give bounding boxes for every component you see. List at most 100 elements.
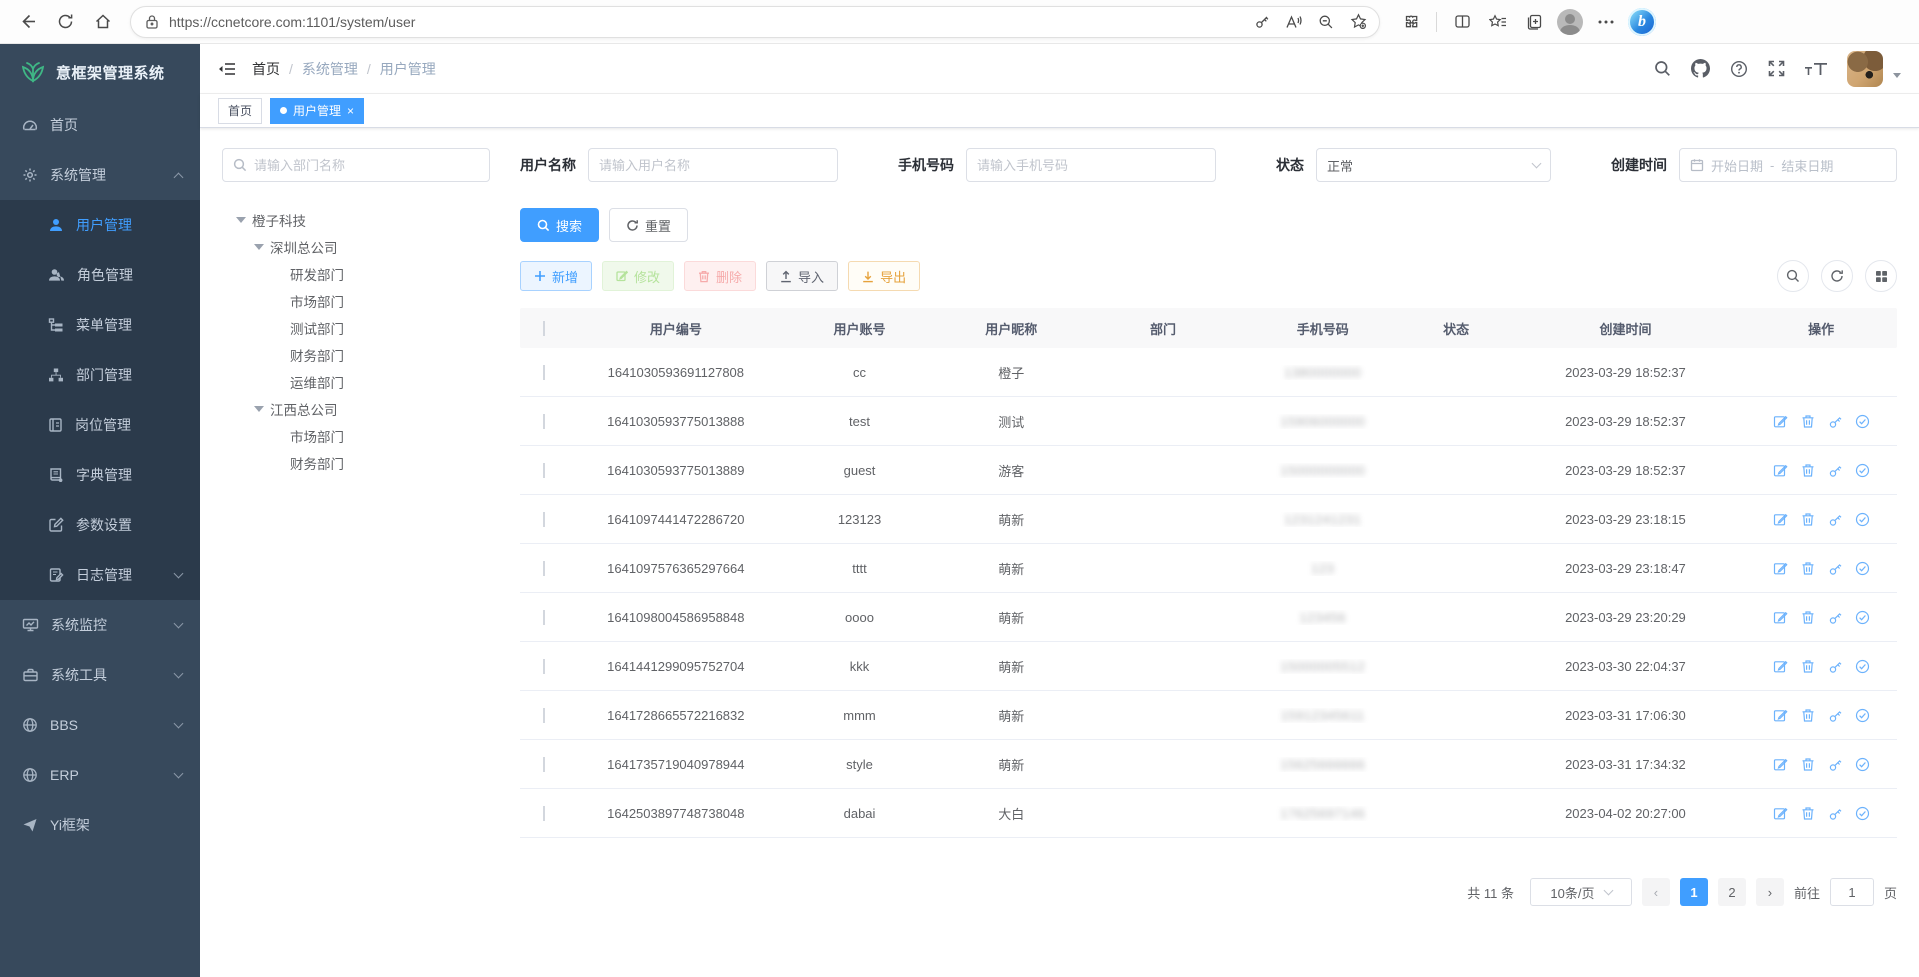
tree-node[interactable]: 财务部门 [222, 341, 490, 368]
breadcrumb-home[interactable]: 首页 [252, 59, 280, 79]
column-settings-button[interactable] [1865, 260, 1897, 292]
row-delete-icon[interactable] [1801, 463, 1815, 478]
row-edit-icon[interactable] [1773, 512, 1788, 527]
sidebar-item-erp[interactable]: ERP [0, 750, 200, 800]
row-assign-role-icon[interactable] [1855, 463, 1870, 478]
row-checkbox[interactable] [543, 463, 545, 478]
row-reset-password-icon[interactable] [1828, 757, 1842, 772]
row-reset-password-icon[interactable] [1828, 561, 1842, 576]
row-assign-role-icon[interactable] [1855, 708, 1870, 723]
row-checkbox[interactable] [543, 708, 545, 723]
row-edit-icon[interactable] [1773, 757, 1788, 772]
row-checkbox[interactable] [543, 561, 545, 576]
dept-search-input[interactable] [254, 158, 479, 173]
sidebar-item-monitor[interactable]: 系统监控 [0, 600, 200, 650]
row-delete-icon[interactable] [1801, 610, 1815, 625]
tree-node[interactable]: 深圳总公司 [222, 233, 490, 260]
row-edit-icon[interactable] [1773, 708, 1788, 723]
username-input[interactable] [599, 158, 827, 173]
browser-refresh-icon[interactable] [48, 5, 82, 39]
sidebar-item-users[interactable]: 用户管理 [0, 200, 200, 250]
tree-node[interactable]: 研发部门 [222, 260, 490, 287]
row-reset-password-icon[interactable] [1828, 463, 1842, 478]
row-assign-role-icon[interactable] [1855, 561, 1870, 576]
table-refresh-button[interactable] [1821, 260, 1853, 292]
edit-button[interactable]: 修改 [602, 261, 674, 291]
row-checkbox[interactable] [543, 414, 545, 429]
import-button[interactable]: 导入 [766, 261, 838, 291]
row-assign-role-icon[interactable] [1855, 659, 1870, 674]
row-reset-password-icon[interactable] [1828, 512, 1842, 527]
header-search-icon[interactable] [1654, 60, 1671, 77]
tree-node[interactable]: 市场部门 [222, 287, 490, 314]
caret-down-icon[interactable] [254, 244, 264, 250]
collections-icon[interactable] [1517, 5, 1551, 39]
browser-menu-icon[interactable] [1589, 5, 1623, 39]
address-bar[interactable]: https://ccnetcore.com:1101/system/user [130, 6, 1380, 38]
row-checkbox[interactable] [543, 806, 545, 821]
row-reset-password-icon[interactable] [1828, 659, 1842, 674]
github-icon[interactable] [1691, 59, 1710, 78]
table-search-toggle-button[interactable] [1777, 260, 1809, 292]
password-key-icon[interactable] [1247, 7, 1277, 37]
tree-node[interactable]: 测试部门 [222, 314, 490, 341]
row-reset-password-icon[interactable] [1828, 610, 1842, 625]
tag-close-icon[interactable]: × [347, 104, 354, 118]
row-delete-icon[interactable] [1801, 512, 1815, 527]
add-button[interactable]: 新增 [520, 261, 592, 291]
row-delete-icon[interactable] [1801, 414, 1815, 429]
select-all-checkbox[interactable] [543, 321, 545, 336]
row-delete-icon[interactable] [1801, 806, 1815, 821]
export-button[interactable]: 导出 [848, 261, 920, 291]
sidebar-item-yi-framework[interactable]: Yi框架 [0, 800, 200, 850]
sidebar-item-parameters[interactable]: 参数设置 [0, 500, 200, 550]
row-checkbox[interactable] [543, 610, 545, 625]
goto-page-input[interactable] [1830, 878, 1874, 906]
row-delete-icon[interactable] [1801, 757, 1815, 772]
browser-back-icon[interactable] [10, 5, 44, 39]
sidebar-item-menus[interactable]: 菜单管理 [0, 300, 200, 350]
page-button-1[interactable]: 1 [1680, 878, 1708, 906]
fullscreen-icon[interactable] [1768, 60, 1785, 77]
sidebar-item-home[interactable]: 首页 [0, 100, 200, 150]
tree-node[interactable]: 江西总公司 [222, 395, 490, 422]
font-size-icon[interactable] [1805, 61, 1827, 77]
app-logo[interactable]: 意框架管理系统 [0, 44, 200, 100]
row-assign-role-icon[interactable] [1855, 610, 1870, 625]
row-checkbox[interactable] [543, 659, 545, 674]
status-select[interactable]: 正常 [1316, 148, 1551, 182]
row-reset-password-icon[interactable] [1828, 806, 1842, 821]
tree-node[interactable]: 市场部门 [222, 422, 490, 449]
row-delete-icon[interactable] [1801, 659, 1815, 674]
row-edit-icon[interactable] [1773, 561, 1788, 576]
row-edit-icon[interactable] [1773, 414, 1788, 429]
row-checkbox[interactable] [543, 365, 545, 380]
read-aloud-icon[interactable] [1279, 7, 1309, 37]
add-favorite-icon[interactable] [1343, 7, 1373, 37]
zoom-out-icon[interactable] [1311, 7, 1341, 37]
caret-down-icon[interactable] [236, 217, 246, 223]
row-edit-icon[interactable] [1773, 463, 1788, 478]
row-assign-role-icon[interactable] [1855, 806, 1870, 821]
caret-down-icon[interactable] [254, 406, 264, 412]
row-delete-icon[interactable] [1801, 708, 1815, 723]
reset-button[interactable]: 重置 [609, 208, 688, 242]
tag-user-management[interactable]: 用户管理 × [270, 98, 364, 124]
sidebar-item-system[interactable]: 系统管理 [0, 150, 200, 200]
row-reset-password-icon[interactable] [1828, 708, 1842, 723]
row-assign-role-icon[interactable] [1855, 414, 1870, 429]
user-avatar[interactable] [1847, 51, 1883, 87]
next-page-button[interactable]: › [1756, 878, 1784, 906]
tag-home[interactable]: 首页 [218, 98, 262, 124]
row-assign-role-icon[interactable] [1855, 757, 1870, 772]
date-range-picker[interactable]: 开始日期 - 结束日期 [1679, 148, 1897, 182]
sidebar-item-dictionaries[interactable]: 字典管理 [0, 450, 200, 500]
sidebar-item-tools[interactable]: 系统工具 [0, 650, 200, 700]
page-button-2[interactable]: 2 [1718, 878, 1746, 906]
breadcrumb-system[interactable]: 系统管理 [302, 59, 358, 79]
help-icon[interactable] [1730, 60, 1748, 78]
page-size-select[interactable]: 10条/页 [1530, 878, 1632, 906]
sidebar-item-roles[interactable]: 角色管理 [0, 250, 200, 300]
tree-node[interactable]: 财务部门 [222, 449, 490, 476]
extensions-icon[interactable] [1394, 5, 1428, 39]
